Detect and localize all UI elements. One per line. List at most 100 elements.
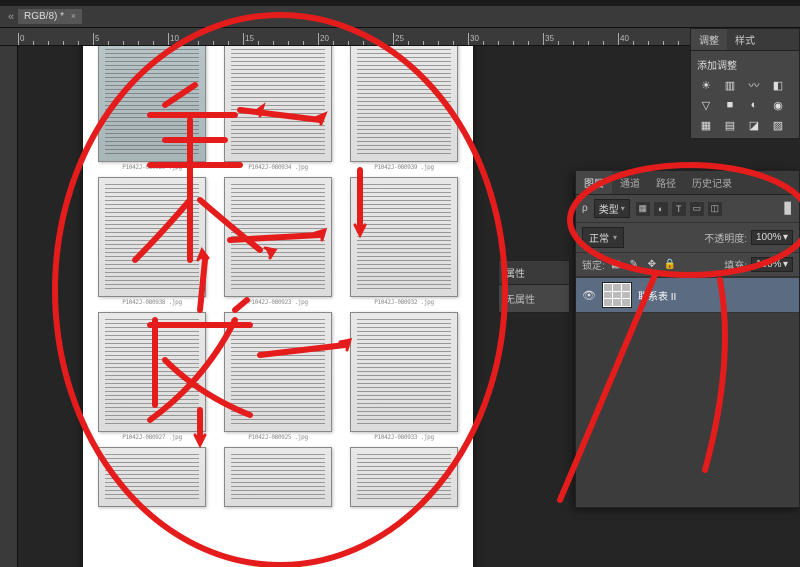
properties-panel-body: 无属性 (499, 285, 569, 312)
filter-adjust-icon[interactable]: ◐ (654, 202, 668, 216)
contact-sheet-cell[interactable] (215, 447, 341, 567)
properties-panel: 属性 无属性 (498, 260, 570, 313)
layer-filter-type-label: 类型 (599, 201, 619, 216)
page-thumbnail[interactable] (98, 312, 206, 432)
layers-panel-tabs: 图层 通道 路径 历史记录 (576, 171, 799, 195)
lock-position-icon[interactable]: ✥ (645, 259, 659, 271)
contact-sheet-cell[interactable] (341, 447, 467, 567)
color-lookup-icon[interactable]: ▤ (721, 118, 739, 132)
posterize-icon[interactable]: ▨ (769, 118, 787, 132)
page-caption: P1042J-080927 .jpg (122, 434, 182, 441)
page-thumbnail[interactable] (98, 447, 206, 507)
fill-value: 100% (756, 259, 782, 270)
page-thumbnail[interactable] (98, 46, 206, 162)
brightness-icon[interactable]: ☀ (697, 78, 715, 92)
lock-transparency-icon[interactable]: ▦ (609, 259, 623, 271)
levels-icon[interactable]: ▥ (721, 78, 739, 92)
contact-sheet-cell[interactable]: P1042J-080933 .jpg (341, 312, 467, 447)
layer-filter-type-select[interactable]: 类型 ▾ (594, 199, 630, 218)
opacity-label: 不透明度: (704, 230, 747, 245)
filter-pixel-icon[interactable]: ▦ (636, 202, 650, 216)
bw-icon[interactable]: ◐ (745, 98, 763, 112)
contact-sheet-cell[interactable]: P1042J-080923 .jpg (215, 177, 341, 312)
curves-icon[interactable]: 〰 (745, 78, 763, 92)
chevron-down-icon: ▾ (783, 259, 788, 270)
page-caption: P1042J-080929 .jpg (122, 164, 182, 171)
contact-sheet-cell[interactable]: P1042J-080938 .jpg (89, 177, 215, 312)
layer-lock-row: 锁定: ▦ ✎ ✥ 🔒 填充: 100% ▾ (576, 253, 799, 277)
contact-sheet-cell[interactable]: P1042J-080927 .jpg (89, 312, 215, 447)
close-icon[interactable]: × (71, 11, 76, 21)
layers-panel: 图层 通道 路径 历史记录 ρ 类型 ▾ ▦ ◐ T ▭ ◫ ▊ 正常 ▾ 不透… (575, 170, 800, 508)
filter-kind-icon[interactable]: ρ (582, 203, 588, 214)
layer-thumbnail[interactable] (602, 282, 632, 308)
blend-mode-select[interactable]: 正常 ▾ (582, 227, 624, 248)
layer-name[interactable]: 联系表 II (638, 288, 676, 303)
ruler-vertical[interactable] (0, 46, 18, 567)
page-caption: P1042J-080923 .jpg (248, 299, 308, 306)
fill-input[interactable]: 100% ▾ (751, 257, 793, 272)
page-thumbnail[interactable] (98, 177, 206, 297)
page-thumbnail[interactable] (224, 312, 332, 432)
page-thumbnail[interactable] (224, 46, 332, 162)
ruler-horizontal[interactable]: 05101520253035404550 (0, 28, 800, 46)
adjustments-panel-tabs: 调整 样式 (691, 29, 799, 51)
opacity-input[interactable]: 100% ▾ (751, 230, 793, 245)
document-tabstrip: « RGB/8) * × (0, 6, 800, 28)
visibility-eye-icon[interactable]: 👁 (582, 288, 596, 302)
page-thumbnail[interactable] (350, 177, 458, 297)
page-caption: P1042J-080938 .jpg (122, 299, 182, 306)
chevron-down-icon: ▾ (613, 233, 617, 242)
tab-layers[interactable]: 图层 (576, 171, 612, 194)
filter-type-icon[interactable]: T (672, 202, 686, 216)
page-thumbnail[interactable] (350, 447, 458, 507)
adjustments-panel: 调整 样式 添加调整 ☀ ▥ 〰 ◧ ▽ ■ ◐ ◉ ▦ ▤ ◪ ▨ (690, 28, 800, 139)
lock-pixels-icon[interactable]: ✎ (627, 259, 641, 271)
vibrance-icon[interactable]: ▽ (697, 98, 715, 112)
layer-blend-row: 正常 ▾ 不透明度: 100% ▾ (576, 223, 799, 253)
page-thumbnail[interactable] (350, 312, 458, 432)
tab-channels[interactable]: 通道 (612, 171, 648, 194)
chevron-down-icon: ▾ (783, 232, 788, 243)
contact-sheet-cell[interactable]: P1042J-080925 .jpg (215, 312, 341, 447)
adjustment-icons: ☀ ▥ 〰 ◧ ▽ ■ ◐ ◉ ▦ ▤ ◪ ▨ (697, 78, 793, 132)
page-caption: P1042J-080933 .jpg (374, 434, 434, 441)
tab-paths[interactable]: 路径 (648, 171, 684, 194)
document-canvas[interactable]: P1042J-080929 .jpg P1042J-080934 .jpg P104… (83, 46, 473, 567)
channel-mixer-icon[interactable]: ▦ (697, 118, 715, 132)
contact-sheet-cell[interactable] (89, 447, 215, 567)
layer-list[interactable]: 👁 联系表 II (576, 277, 799, 507)
blend-mode-value: 正常 (589, 230, 609, 245)
document-tab-title: RGB/8) * (24, 11, 64, 22)
tab-scroll-left-icon[interactable]: « (4, 11, 18, 23)
exposure-icon[interactable]: ◧ (769, 78, 787, 92)
properties-panel-title: 属性 (499, 261, 569, 285)
lock-label: 锁定: (582, 257, 605, 272)
invert-icon[interactable]: ◪ (745, 118, 763, 132)
filter-smart-icon[interactable]: ◫ (708, 202, 722, 216)
chevron-down-icon: ▾ (621, 204, 625, 213)
page-thumbnail[interactable] (224, 177, 332, 297)
contact-sheet-cell[interactable]: P1042J-080932 .jpg (341, 177, 467, 312)
fill-label: 填充: (724, 257, 747, 272)
layer-filter-row: ρ 类型 ▾ ▦ ◐ T ▭ ◫ ▊ (576, 195, 799, 223)
tab-history[interactable]: 历史记录 (684, 171, 740, 194)
filter-shape-icon[interactable]: ▭ (690, 202, 704, 216)
contact-sheet-cell[interactable]: P1042J-080934 .jpg (215, 46, 341, 177)
contact-sheet-cell[interactable]: P1042J-080939 .jpg (341, 46, 467, 177)
lock-all-icon[interactable]: 🔒 (663, 259, 677, 271)
page-thumbnail[interactable] (350, 46, 458, 162)
contact-sheet-cell[interactable]: P1042J-080929 .jpg (89, 46, 215, 177)
ruler-ticks: 05101520253035404550 (18, 28, 800, 45)
page-caption: P1042J-080934 .jpg (248, 164, 308, 171)
page-caption: P1042J-080939 .jpg (374, 164, 434, 171)
document-tab[interactable]: RGB/8) * × (18, 9, 82, 24)
page-thumbnail[interactable] (224, 447, 332, 507)
layer-row[interactable]: 👁 联系表 II (576, 277, 799, 313)
photo-filter-icon[interactable]: ◉ (769, 98, 787, 112)
filter-toggle-icon[interactable]: ▊ (785, 202, 793, 215)
hue-icon[interactable]: ■ (721, 98, 739, 112)
add-adjustment-label: 添加调整 (697, 57, 793, 72)
tab-adjustments[interactable]: 调整 (691, 29, 727, 50)
tab-styles[interactable]: 样式 (727, 29, 763, 50)
